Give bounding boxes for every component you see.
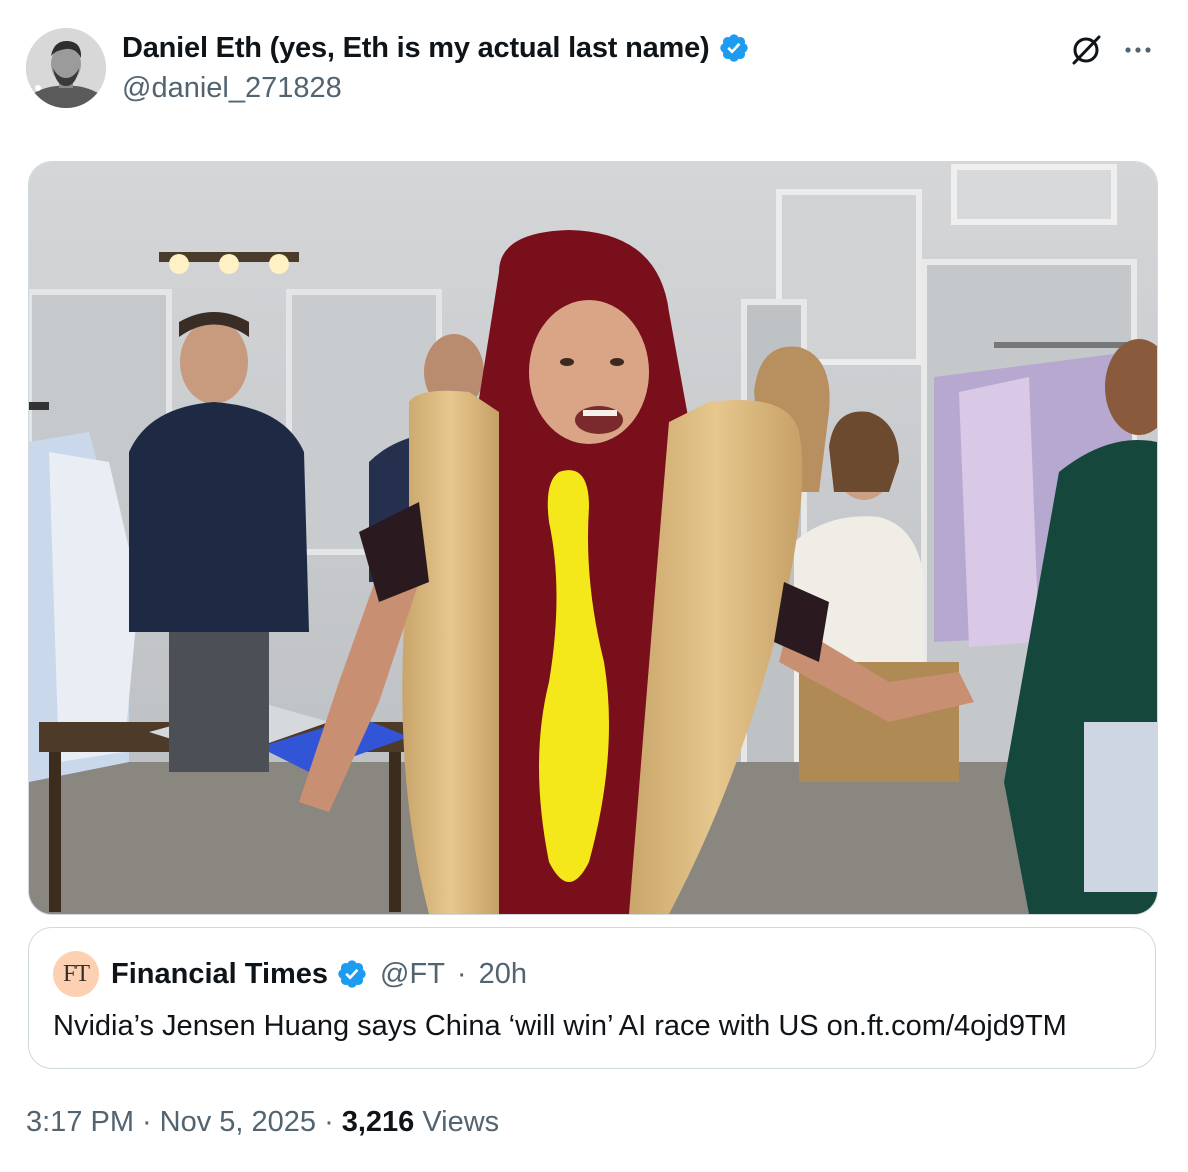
quoted-tweet-card[interactable]: FT Financial Times @FT · 20h Nvidia’s Je…	[28, 927, 1156, 1069]
quoted-tweet-time[interactable]: 20h	[479, 958, 527, 991]
quoted-tweet-text: Nvidia’s Jensen Huang says China ‘will w…	[53, 1010, 1067, 1042]
author-avatar[interactable]	[26, 28, 106, 108]
tweet-media-image[interactable]	[28, 161, 1158, 915]
views-count: 3,216	[341, 1106, 415, 1138]
tweet-footer: 3:17 PM · Nov 5, 2025 · 3,216 Views	[26, 1106, 499, 1139]
author-name-row: Daniel Eth (yes, Eth is my actual last n…	[122, 28, 750, 68]
quoted-author-handle[interactable]: @FT	[380, 958, 445, 991]
meta-separator: ·	[142, 1106, 152, 1138]
meta-separator: ·	[456, 957, 467, 990]
ft-logo-avatar[interactable]: FT	[53, 951, 99, 997]
quoted-author-name[interactable]: Financial Times	[111, 958, 328, 991]
verified-badge-icon[interactable]	[336, 958, 368, 990]
tweet-date[interactable]: Nov 5, 2025	[160, 1106, 316, 1139]
verified-badge-icon[interactable]	[718, 32, 750, 64]
tweet-time[interactable]: 3:17 PM	[26, 1106, 134, 1139]
author-display-name[interactable]: Daniel Eth (yes, Eth is my actual last n…	[122, 32, 710, 65]
meta-separator: ·	[324, 1106, 334, 1138]
author-handle[interactable]: @daniel_271828	[122, 72, 342, 105]
grok-icon[interactable]	[1066, 30, 1106, 70]
more-options-icon[interactable]	[1118, 30, 1158, 70]
quoted-tweet-header: FT Financial Times @FT · 20h	[53, 950, 527, 998]
views-label: Views	[422, 1106, 500, 1138]
